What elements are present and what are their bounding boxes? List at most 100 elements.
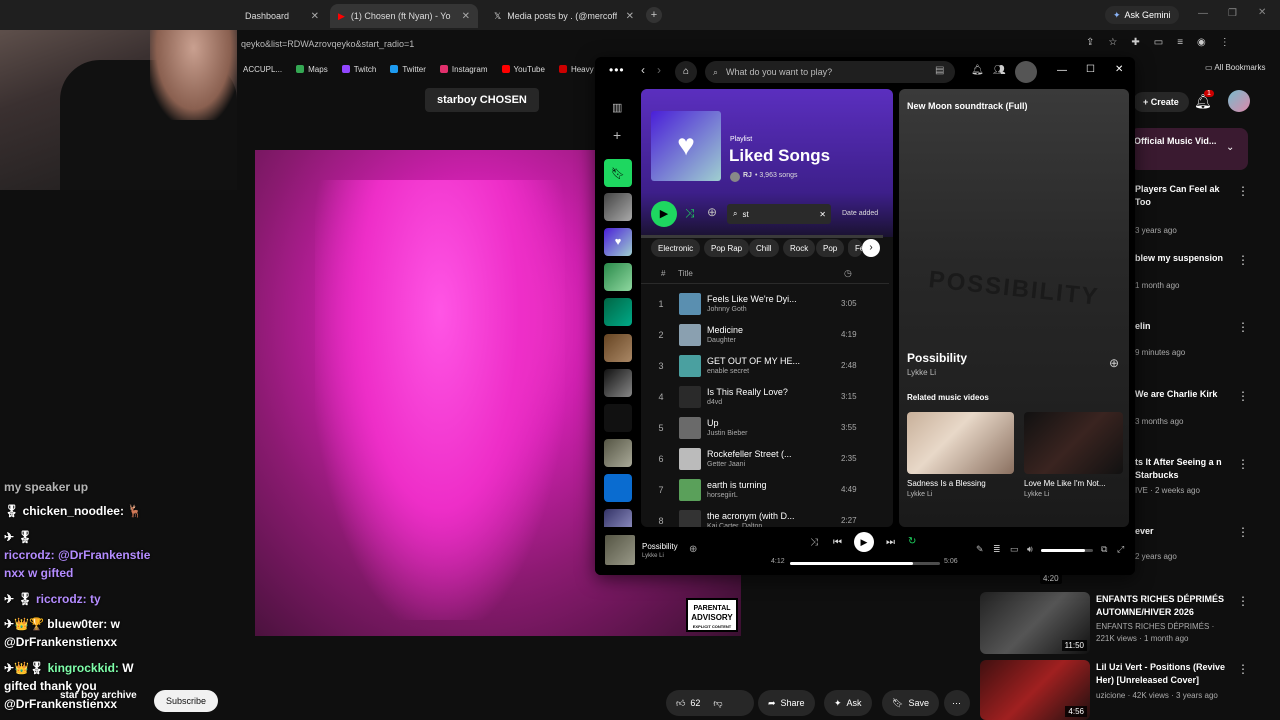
related-title[interactable]: Love Me Like I'm Not... [1024, 479, 1124, 488]
save-button[interactable]: 🔖︎ Save [882, 690, 939, 716]
queue-icon[interactable]: ≣ [993, 544, 1001, 555]
video-thumbnail[interactable]: 4:56 [980, 660, 1090, 720]
now-playing-title[interactable]: Possibility [907, 351, 967, 365]
owner-name[interactable]: RJ [743, 172, 752, 182]
rec-title[interactable]: ENFANTS RICHES DÉPRIMÉS AUTOMNE/HIVER 20… [1096, 593, 1226, 619]
close-icon[interactable]: ✕ [626, 11, 634, 22]
track-row[interactable]: 1 Feels Like We're Dyi... Johnny Goth 3:05 [641, 291, 889, 319]
bookmark-instagram[interactable]: Instagram [439, 65, 488, 74]
shuffle-icon[interactable]: ⤨ [685, 206, 695, 221]
kebab-menu-icon[interactable]: ⋮ [1237, 389, 1249, 403]
kebab-menu-icon[interactable]: ⋮ [1237, 184, 1249, 198]
more-dots-icon[interactable]: ••• [609, 63, 625, 77]
track-artist[interactable]: horsegiirL [707, 492, 738, 499]
tab-dashboard[interactable]: Dashboard ✕ [237, 4, 327, 28]
library-item[interactable] [604, 193, 632, 221]
lyrics-icon[interactable]: ✎ [976, 544, 984, 555]
all-bookmarks[interactable]: ▭ All Bookmarks [1205, 63, 1265, 72]
tab-youtube[interactable]: ▶ (1) Chosen (ft Nyan) - YouTu ✕ [330, 4, 478, 28]
devices-icon[interactable]: ▭ [1010, 544, 1019, 555]
volume-icon[interactable]: 🔊︎ [1027, 544, 1033, 555]
close-icon[interactable]: ✕ [1115, 64, 1123, 75]
chevron-down-icon[interactable]: ⌄ [1226, 142, 1234, 153]
bell-icon[interactable]: 🔔︎ [971, 65, 984, 76]
video-thumbnail[interactable]: 11:50 [980, 592, 1090, 654]
profile-avatar-icon[interactable]: ◉ [1197, 37, 1206, 48]
library-item-saved[interactable]: 🔖︎ [604, 159, 632, 187]
bookmark-accupl[interactable]: ACCUPL... [243, 65, 282, 74]
rec-title[interactable]: Players Can Feel ak Too [1135, 183, 1235, 209]
seek-bar[interactable] [790, 562, 940, 565]
previous-icon[interactable]: ⏮︎ [833, 537, 842, 548]
track-row[interactable]: 4 Is This Really Love? d4vd 3:15 [641, 384, 889, 412]
back-icon[interactable]: ‹ [641, 63, 645, 77]
thumbs-up-icon[interactable]: 👍︎ [676, 698, 685, 709]
track-title[interactable]: Rockefeller Street (... [707, 449, 807, 459]
close-icon[interactable]: ✕ [311, 11, 319, 22]
playlist-panel-header[interactable]: Official Music Vid... ⌄ [1130, 128, 1248, 170]
track-title[interactable]: earth is turning [707, 480, 807, 490]
subscribe-button[interactable]: Subscribe [154, 690, 219, 712]
genre-chip[interactable]: Electronic [651, 239, 701, 257]
fullscreen-icon[interactable]: ⤢ [1117, 544, 1124, 555]
track-artist[interactable]: enable secret [707, 368, 749, 375]
track-row[interactable]: 5 Up Justin Bieber 3:55 [641, 415, 889, 443]
library-icon[interactable]: ▥ [612, 101, 622, 114]
rec-title[interactable]: blew my suspension [1135, 252, 1235, 265]
search-input[interactable]: ⌕ What do you want to play? [705, 61, 955, 83]
track-row[interactable]: 8 the acronym (with D... Kai Carter, Dalto… [641, 508, 889, 527]
cast-icon[interactable]: ▭ [1154, 37, 1163, 48]
close-window-icon[interactable]: ✕ [1258, 7, 1266, 18]
rec-title[interactable]: ever [1135, 525, 1235, 538]
bookmark-twitch[interactable]: Twitch [341, 65, 376, 74]
track-artist[interactable]: Johnny Goth [707, 306, 747, 313]
bookmark-maps[interactable]: Maps [296, 65, 328, 74]
now-playing-context[interactable]: New Moon soundtrack (Full) [907, 101, 1028, 111]
kebab-menu-icon[interactable]: ⋮ [1237, 457, 1249, 471]
library-item[interactable] [604, 298, 632, 326]
star-icon[interactable]: ☆ [1108, 37, 1117, 48]
kebab-menu-icon[interactable]: ⋮ [1237, 253, 1249, 267]
ask-button[interactable]: ✦ Ask [824, 690, 872, 716]
extensions-icon[interactable]: ✚ [1131, 37, 1139, 48]
add-to-library-icon[interactable]: ⊕ [1109, 356, 1119, 370]
avatar[interactable] [1015, 61, 1037, 83]
column-header-title[interactable]: Title [678, 269, 693, 278]
next-icon[interactable]: ⏭︎ [886, 537, 895, 548]
download-icon[interactable]: ⊕ [707, 205, 717, 219]
player-title[interactable]: Possibility [642, 542, 678, 551]
rec-title[interactable]: We are Charlie Kirk [1135, 388, 1235, 401]
now-playing-artist[interactable]: Lykke Li [907, 368, 936, 377]
library-item[interactable] [604, 474, 632, 502]
tab-twitter-media[interactable]: 𝕏 Media posts by . (@mercoffdap ✕ [486, 4, 642, 28]
library-item[interactable] [604, 263, 632, 291]
close-icon[interactable]: ✕ [462, 11, 470, 22]
friends-icon[interactable]: 👥︎ [993, 65, 1006, 76]
shuffle-icon[interactable]: ⤨ [810, 537, 818, 548]
related-video-thumbnail[interactable] [907, 412, 1014, 474]
track-artist[interactable]: Justin Bieber [707, 430, 747, 437]
menu-icon[interactable]: ⋮ [1220, 37, 1230, 48]
add-icon[interactable]: + [613, 127, 621, 143]
new-tab-button[interactable]: + [646, 7, 662, 23]
sort-dropdown[interactable]: Date added [842, 210, 878, 217]
library-item[interactable] [604, 369, 632, 397]
genre-chip[interactable]: Chill [749, 239, 779, 257]
avatar[interactable] [1228, 90, 1250, 112]
search-query-chip[interactable]: starboy CHOSEN [425, 88, 539, 112]
minimize-icon[interactable]: — [1057, 65, 1067, 76]
volume-slider[interactable] [1041, 549, 1093, 552]
related-title[interactable]: Sadness Is a Blessing [907, 479, 986, 488]
kebab-menu-icon[interactable]: ⋮ [1237, 662, 1249, 676]
forward-icon[interactable]: › [657, 63, 661, 77]
clear-icon[interactable]: ✕ [819, 210, 826, 219]
library-item[interactable] [604, 334, 632, 362]
library-item[interactable] [604, 404, 632, 432]
genre-chip[interactable]: Pop [816, 239, 845, 257]
kebab-menu-icon[interactable]: ⋮ [1237, 320, 1249, 334]
thumbs-down-icon[interactable]: 👎︎ [713, 698, 722, 709]
ask-gemini-button[interactable]: ✦ Ask Gemini [1105, 6, 1179, 24]
rec-title[interactable]: elin [1135, 320, 1235, 333]
play-button[interactable]: ▶ [651, 201, 677, 227]
player-artist[interactable]: Lykke Li [642, 553, 664, 559]
